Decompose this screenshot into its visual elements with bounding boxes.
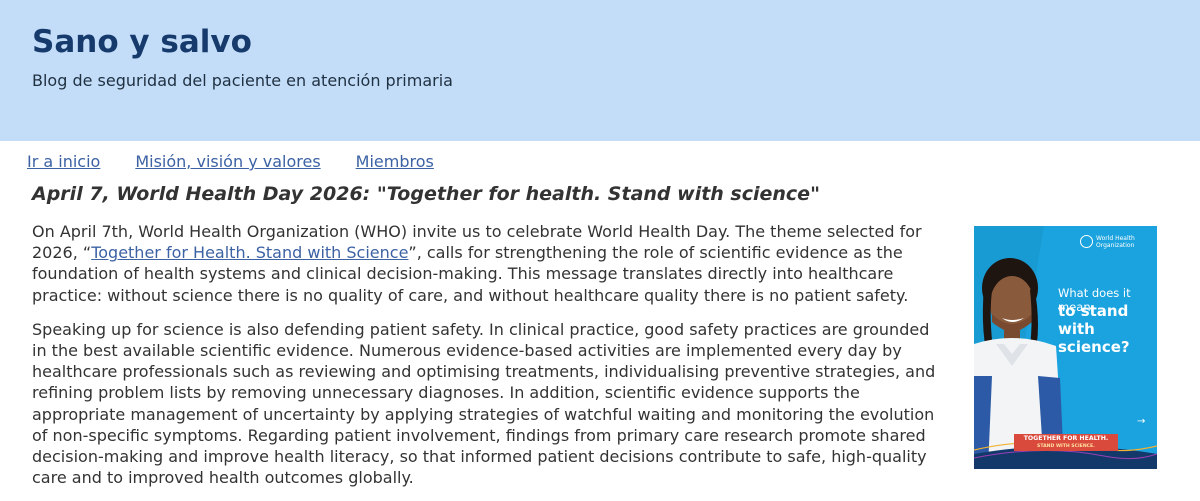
campaign-link[interactable]: Together for Health. Stand with Science <box>91 243 408 262</box>
nav-link-members[interactable]: Miembros <box>356 152 434 176</box>
who-emblem-icon <box>1080 235 1093 248</box>
top-nav: Ir a inicio Misión, visión y valores Mie… <box>27 152 469 176</box>
banner-line-2: STAND WITH SCIENCE. <box>1037 444 1095 449</box>
nav-link-home[interactable]: Ir a inicio <box>27 152 100 176</box>
who-logo: World Health Organization <box>1080 235 1154 249</box>
banner-line-1: TOGETHER FOR HEALTH. <box>1023 435 1109 442</box>
post-body: On April 7th, World Health Organization … <box>32 221 947 501</box>
blog-description: Blog de seguridad del paciente en atenci… <box>32 71 453 90</box>
poster-question-bold: to stand with science? <box>1058 302 1130 356</box>
post-paragraph-2: Speaking up for science is also defendin… <box>32 319 936 488</box>
nav-link-mission[interactable]: Misión, visión y valores <box>135 152 320 176</box>
post-title: April 7, World Health Day 2026: "Togethe… <box>32 183 820 205</box>
poster-banner: TOGETHER FOR HEALTH. STAND WITH SCIENCE. <box>1014 434 1118 451</box>
campaign-poster-image[interactable]: World Health Organization What does it m… <box>974 226 1157 469</box>
blog-header: Sano y salvo Blog de seguridad del pacie… <box>0 0 1200 141</box>
who-logo-text: World Health Organization <box>1096 235 1135 249</box>
blog-title[interactable]: Sano y salvo <box>32 24 252 60</box>
post-paragraph-1: On April 7th, World Health Organization … <box>32 221 947 306</box>
arrow-right-icon: → <box>1137 416 1146 427</box>
